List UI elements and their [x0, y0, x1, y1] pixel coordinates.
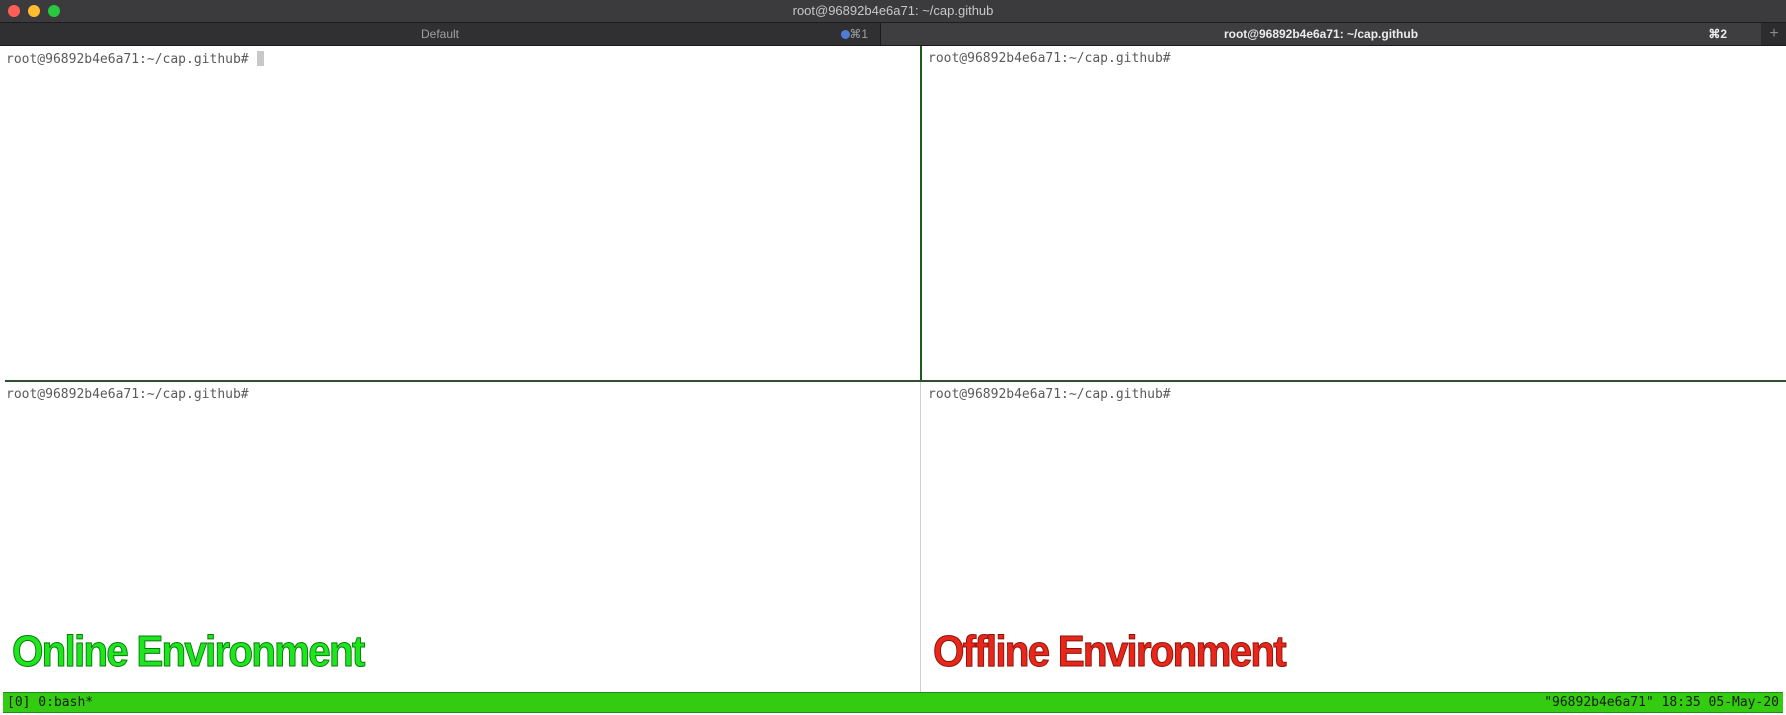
zoom-window-button[interactable] — [48, 5, 60, 17]
window-title: root@96892b4e6a71: ~/cap.github — [792, 3, 994, 18]
shell-prompt: root@96892b4e6a71:~/cap.github# — [6, 387, 249, 402]
tab-active-session[interactable]: root@96892b4e6a71: ~/cap.github ⌘2 — [881, 23, 1761, 45]
online-environment-label: Online Environment — [12, 627, 366, 676]
status-host-time: "96892b4e6a71" 18:35 05-May-20 — [1544, 695, 1779, 710]
shell-prompt: root@96892b4e6a71:~/cap.github# — [6, 51, 264, 67]
title-bar[interactable]: root@96892b4e6a71: ~/cap.github — [0, 0, 1786, 23]
pane-divider-vertical[interactable] — [920, 382, 921, 692]
tab-shortcut: ⌘2 — [1708, 27, 1727, 41]
tab-default[interactable]: Default ⌘1 — [0, 23, 881, 45]
shell-prompt: root@96892b4e6a71:~/cap.github# — [928, 387, 1171, 402]
tmux-status-bar: [0] 0:bash* "96892b4e6a71" 18:35 05-May-… — [3, 692, 1783, 713]
minimize-window-button[interactable] — [28, 5, 40, 17]
tab-label: root@96892b4e6a71: ~/cap.github — [1223, 27, 1419, 41]
close-window-button[interactable] — [8, 5, 20, 17]
terminal-content[interactable]: root@96892b4e6a71:~/cap.github# root@968… — [0, 46, 1786, 715]
pane-divider-vertical[interactable] — [920, 46, 922, 382]
shell-prompt: root@96892b4e6a71:~/cap.github# — [928, 51, 1171, 66]
tab-bar: Default ⌘1 root@96892b4e6a71: ~/cap.gith… — [0, 23, 1786, 46]
offline-environment-label: Offline Environment — [933, 627, 1288, 676]
status-window-list: [0] 0:bash* — [7, 695, 94, 710]
pane-top-left[interactable]: root@96892b4e6a71:~/cap.github# — [0, 46, 920, 380]
new-tab-icon[interactable]: + — [1762, 23, 1786, 45]
tab-shortcut: ⌘1 — [849, 27, 868, 41]
terminal-window: root@96892b4e6a71: ~/cap.github Default … — [0, 0, 1786, 715]
pane-divider-horizontal[interactable] — [5, 380, 1786, 382]
text-cursor — [256, 51, 264, 66]
pane-top-right[interactable]: root@96892b4e6a71:~/cap.github# — [922, 46, 1786, 380]
tab-label: Default — [420, 27, 460, 41]
